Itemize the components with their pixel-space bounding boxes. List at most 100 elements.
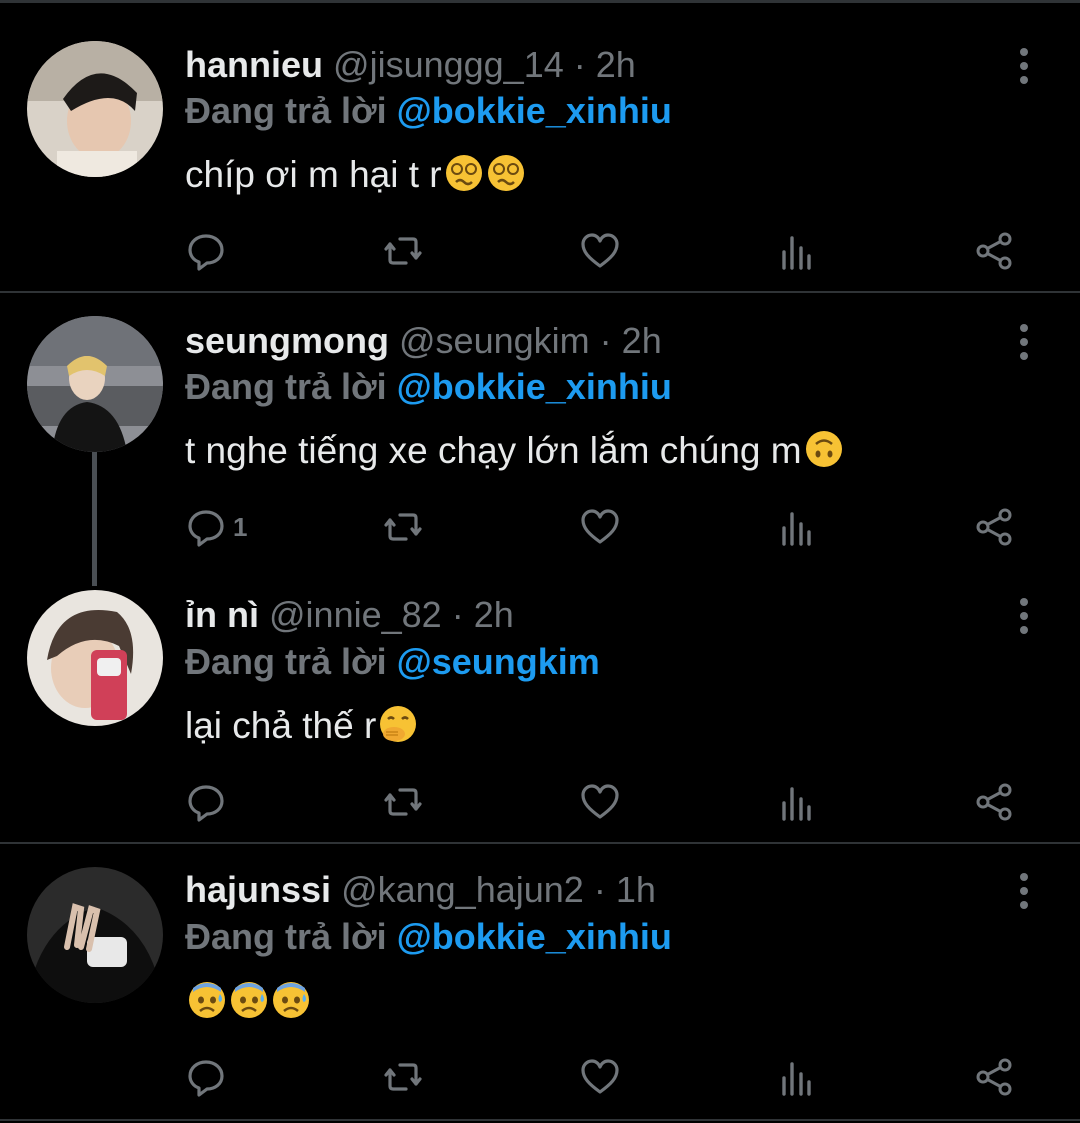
like-button[interactable] <box>579 502 621 552</box>
like-icon <box>581 509 619 544</box>
like-button[interactable] <box>579 777 621 827</box>
replying-to: Đang trả lời @bokkie_xinhiu <box>185 916 672 958</box>
retweet-icon <box>384 513 422 541</box>
display-name[interactable]: ỉn nì <box>185 594 259 635</box>
tweet-divider <box>0 291 1080 293</box>
like-button[interactable] <box>579 1052 621 1102</box>
share-icon <box>976 232 1012 270</box>
tweet-divider <box>0 1119 1080 1121</box>
replying-to-label: Đang trả lời <box>185 90 387 131</box>
share-button[interactable] <box>973 777 1015 827</box>
tweet-text: t nghe tiếng xe chạy lớn lắm chúng m <box>185 429 844 472</box>
replying-to: Đang trả lời @seungkim <box>185 641 600 683</box>
tweet-actions: 1 <box>0 502 1080 552</box>
reply-count: 1 <box>233 511 248 542</box>
woozy-face-icon <box>486 153 526 193</box>
more-icon[interactable] <box>1010 46 1038 86</box>
tweet-header: hannieu @jisunggg_14 · 2h <box>185 44 636 86</box>
woozy-face-icon <box>444 153 484 193</box>
more-icon[interactable] <box>1010 596 1038 636</box>
more-icon[interactable] <box>1010 322 1038 362</box>
tweet-actions <box>0 1052 1080 1102</box>
tweet-header: ỉn nì @innie_82 · 2h <box>185 594 514 636</box>
tweet-actions <box>0 226 1080 276</box>
retweet-icon <box>384 1063 422 1091</box>
reply-button[interactable] <box>185 1052 227 1102</box>
anxious-face-with-sweat-icon <box>187 980 227 1020</box>
separator: · <box>573 44 586 85</box>
analytics-button[interactable] <box>776 226 818 276</box>
share-button[interactable] <box>973 1052 1015 1102</box>
mention-link[interactable]: @bokkie_xinhiu <box>397 366 672 407</box>
mention-link[interactable]: @bokkie_xinhiu <box>397 90 672 131</box>
like-button[interactable] <box>579 226 621 276</box>
reply-icon <box>188 1060 224 1097</box>
reply-button[interactable] <box>185 777 227 827</box>
mention-link[interactable]: @seungkim <box>397 641 600 682</box>
replying-to: Đang trả lời @bokkie_xinhiu <box>185 366 672 408</box>
tweet-divider <box>0 842 1080 844</box>
avatar[interactable] <box>27 867 163 1003</box>
like-icon <box>581 1059 619 1094</box>
retweet-button[interactable] <box>382 777 424 827</box>
like-icon <box>581 233 619 268</box>
tweet-actions <box>0 777 1080 827</box>
retweet-icon <box>384 788 422 816</box>
replying-to: Đang trả lời @bokkie_xinhiu <box>185 90 672 132</box>
user-handle[interactable]: @jisunggg_14 <box>333 44 564 85</box>
face-with-hand-over-mouth-icon <box>378 704 418 744</box>
share-icon <box>976 783 1012 821</box>
replying-to-label: Đang trả lời <box>185 916 387 957</box>
share-button[interactable] <box>973 226 1015 276</box>
reply-icon <box>188 234 224 271</box>
user-handle[interactable]: @kang_hajun2 <box>341 869 584 910</box>
display-name[interactable]: seungmong <box>185 320 389 361</box>
display-name[interactable]: hajunssi <box>185 869 331 910</box>
analytics-icon <box>782 512 811 546</box>
timestamp[interactable]: 2h <box>596 44 636 85</box>
avatar[interactable] <box>27 590 163 726</box>
replying-to-label: Đang trả lời <box>185 641 387 682</box>
analytics-button[interactable] <box>776 1052 818 1102</box>
tweet-body: t nghe tiếng xe chạy lớn lắm chúng m <box>185 430 802 471</box>
retweet-button[interactable] <box>382 226 424 276</box>
reply-button[interactable]: 1 <box>185 502 247 552</box>
tweet-body: lại chả thế r <box>185 705 377 746</box>
reply-icon <box>188 785 224 822</box>
analytics-icon <box>782 787 811 821</box>
analytics-icon <box>782 1062 811 1096</box>
tweet-text <box>185 980 311 1023</box>
reply-icon <box>188 510 224 547</box>
timestamp[interactable]: 2h <box>622 320 662 361</box>
timestamp[interactable]: 2h <box>474 594 514 635</box>
share-icon <box>976 1058 1012 1096</box>
separator: · <box>451 594 464 635</box>
avatar[interactable] <box>27 316 163 452</box>
anxious-face-with-sweat-icon <box>229 980 269 1020</box>
tweet-body: chíp ơi m hại t r <box>185 154 442 195</box>
user-handle[interactable]: @seungkim <box>399 320 590 361</box>
retweet-icon <box>384 237 422 265</box>
retweet-button[interactable] <box>382 1052 424 1102</box>
share-icon <box>976 508 1012 546</box>
avatar[interactable] <box>27 41 163 177</box>
tweet-header: seungmong @seungkim · 2h <box>185 320 662 362</box>
analytics-button[interactable] <box>776 777 818 827</box>
top-divider <box>0 0 1080 3</box>
mention-link[interactable]: @bokkie_xinhiu <box>397 916 672 957</box>
display-name[interactable]: hannieu <box>185 44 323 85</box>
more-icon[interactable] <box>1010 871 1038 911</box>
user-handle[interactable]: @innie_82 <box>269 594 442 635</box>
reply-button[interactable] <box>185 226 227 276</box>
anxious-face-with-sweat-icon <box>271 980 311 1020</box>
retweet-button[interactable] <box>382 502 424 552</box>
separator: · <box>593 869 606 910</box>
like-icon <box>581 784 619 819</box>
tweet-text: chíp ơi m hại t r <box>185 153 526 196</box>
replying-to-label: Đang trả lời <box>185 366 387 407</box>
timestamp[interactable]: 1h <box>616 869 656 910</box>
separator: · <box>599 320 612 361</box>
share-button[interactable] <box>973 502 1015 552</box>
analytics-button[interactable] <box>776 502 818 552</box>
tweet-header: hajunssi @kang_hajun2 · 1h <box>185 869 656 911</box>
